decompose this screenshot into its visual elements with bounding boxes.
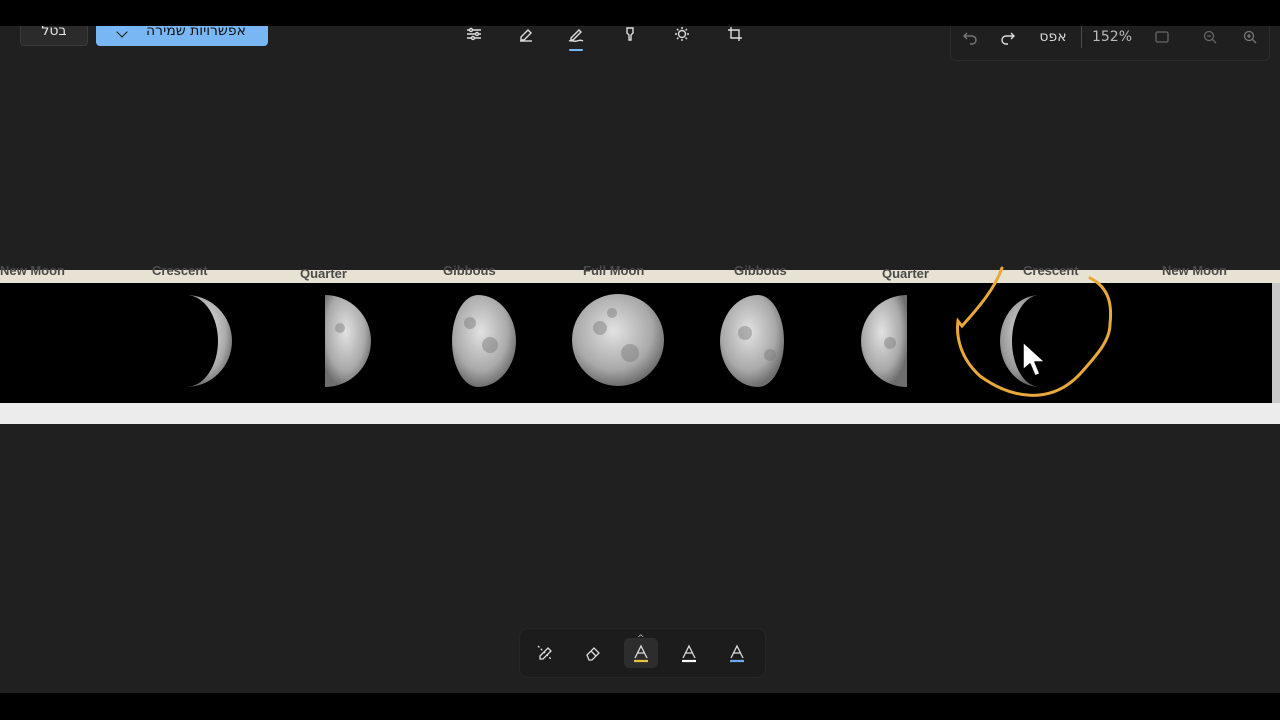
reset-button[interactable]: אפס [1033, 26, 1073, 48]
mouse-cursor-icon [1022, 341, 1046, 377]
fit-window-icon [1155, 31, 1169, 43]
redo-icon [1001, 32, 1015, 45]
phase-label: Quarter [300, 266, 347, 281]
crop-tool-button[interactable] [720, 26, 750, 48]
history-zoom-group: אפס 152% [950, 26, 1270, 61]
pen-blue-icon [730, 644, 744, 663]
moon-last-quarter [861, 295, 907, 387]
adjust-tool-button[interactable] [459, 26, 489, 48]
zoom-in-icon [1243, 30, 1257, 44]
moon-crescent [186, 295, 232, 387]
save-options-button[interactable]: אפשרויות שמירה [96, 26, 268, 46]
phase-label: Crescent [152, 263, 208, 278]
redo-button[interactable] [997, 26, 1019, 48]
zoom-in-button[interactable] [1239, 26, 1261, 48]
filter-tool-button[interactable] [615, 26, 645, 48]
zoom-out-button[interactable] [1199, 26, 1221, 48]
filter-icon [626, 27, 634, 41]
crop-icon [728, 27, 742, 41]
phase-label: New Moon [0, 263, 65, 278]
markup-pen-icon [568, 29, 584, 42]
zoom-level: 152% [1091, 29, 1133, 45]
eraser-tool-button[interactable] [511, 26, 541, 48]
undo-button[interactable] [959, 26, 981, 48]
pen-blue-button[interactable] [720, 638, 754, 668]
phase-label: Quarter [882, 266, 929, 281]
phase-label: Gibbous [734, 263, 787, 278]
pen-white-button[interactable] [672, 638, 706, 668]
moon-gibbous-waning [720, 295, 784, 387]
fit-to-window-button[interactable] [1151, 26, 1173, 48]
moon-full [572, 294, 664, 386]
erase-all-icon [537, 645, 553, 661]
chevron-down-icon [116, 26, 128, 38]
markup-eraser-icon [520, 29, 532, 42]
phase-label: Gibbous [443, 263, 496, 278]
undo-icon [963, 32, 977, 45]
pen-tray: ^ [520, 629, 765, 677]
save-options-label: אפשרויות שמירה [146, 26, 246, 39]
zoom-out-icon [1203, 30, 1217, 44]
brightness-tool-button[interactable] [667, 26, 697, 48]
caret-up-icon: ^ [637, 634, 645, 644]
adjust-icon [467, 27, 481, 41]
highlighter-button[interactable]: ^ [624, 634, 658, 668]
image-bottom-band [0, 403, 1280, 424]
cancel-button[interactable]: בטל [20, 26, 88, 46]
toolbar-divider [1081, 26, 1082, 48]
clear-ink-button[interactable] [528, 638, 562, 668]
markup-tool-button[interactable] [561, 26, 591, 51]
eraser-button[interactable] [576, 638, 610, 668]
ink-annotation [956, 266, 1113, 397]
moon-quarter [325, 295, 371, 387]
phase-label: Full Moon [583, 263, 645, 278]
brightness-icon [675, 27, 689, 41]
photo-editor-window: בטל אפשרויות שמירה אפס 152% New Moon Cre… [0, 26, 1280, 693]
eraser-icon [586, 647, 600, 661]
highlighter-yellow-icon [634, 644, 648, 663]
image-edge [1272, 283, 1280, 403]
phase-label: New Moon [1162, 263, 1227, 278]
pen-white-icon [682, 644, 696, 663]
